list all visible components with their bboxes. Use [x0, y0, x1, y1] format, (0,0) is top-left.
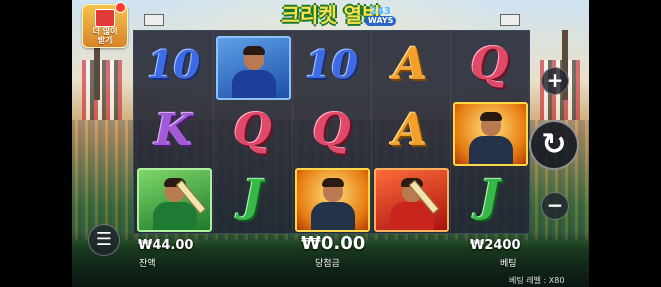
bet-label: 베팅	[500, 259, 517, 269]
flag-banner-left	[82, 60, 122, 120]
reel-symbol: 10	[295, 35, 368, 95]
symbol-A-glyph: A	[393, 39, 428, 90]
logo-ways-badge: WAYS	[365, 16, 397, 26]
symbol-Q-glyph: Q	[233, 105, 272, 156]
symbol-K-glyph: K	[154, 105, 193, 156]
reel-symbol: Q	[216, 101, 289, 161]
symbol-J-glyph: J	[242, 171, 263, 222]
more-rewards-label: 더 많이 받기	[83, 27, 127, 45]
bet-value: ₩2400	[470, 238, 521, 253]
reel-symbol: A	[374, 101, 447, 161]
gift-icon	[95, 9, 115, 27]
player-body	[311, 202, 355, 230]
player-body	[469, 136, 513, 164]
floodlight-icon	[500, 14, 520, 26]
symbol-A-glyph: A	[393, 105, 428, 156]
batsman-green-icon	[137, 168, 212, 232]
reel-symbol: 10	[137, 35, 210, 95]
win-value: ₩0.00	[301, 233, 366, 254]
more-rewards-label-line1: 더 많이	[92, 27, 118, 36]
player-hair	[243, 46, 265, 55]
reel-symbol: Q	[453, 35, 526, 95]
more-rewards-label-line2: 받기	[97, 36, 113, 45]
symbol-Q-glyph: Q	[312, 105, 351, 156]
symbol-Q-glyph: Q	[470, 39, 509, 90]
spin-button[interactable]: ↻	[529, 120, 579, 170]
reel-symbol: J	[453, 167, 526, 227]
symbol-10-glyph: 10	[305, 42, 358, 87]
reel-column-3: 10 Q	[292, 31, 371, 233]
floodlight-icon	[144, 14, 164, 26]
balance-value: ₩44.00	[138, 238, 194, 253]
batsman-red-icon	[374, 168, 449, 232]
captain-gold-icon	[453, 102, 528, 166]
balance-label: 잔액	[139, 259, 156, 269]
more-rewards-button[interactable]: 더 많이 받기	[82, 2, 128, 48]
reel-symbol: J	[216, 167, 289, 227]
captain-gold-icon	[295, 168, 370, 232]
menu-button[interactable]: ☰	[88, 224, 120, 256]
player-hair	[322, 178, 344, 187]
reel-symbol: K	[137, 101, 210, 161]
bowler-blue-icon	[216, 36, 291, 100]
reel-column-1: 10 K	[134, 31, 213, 233]
player-hair	[480, 112, 502, 121]
bet-level-text: 베팅 레벨 : X80	[509, 276, 565, 285]
decrease-bet-button[interactable]: −	[541, 192, 569, 220]
reel-grid: 10 K Q J 10 Q A A Q J	[133, 30, 530, 234]
player-body	[153, 202, 197, 230]
symbol-J-glyph: J	[479, 171, 500, 222]
notification-dot	[115, 2, 126, 13]
reel-column-4: AA	[371, 31, 450, 233]
player-body	[232, 70, 276, 98]
symbol-10-glyph: 10	[147, 42, 200, 87]
reel-column-5: QJ	[450, 31, 529, 233]
win-label: 당첨금	[315, 259, 340, 269]
increase-bet-button[interactable]: +	[541, 67, 569, 95]
reel-symbol: Q	[295, 101, 368, 161]
reel-column-2: QJ	[213, 31, 292, 233]
reel-symbol: A	[374, 35, 447, 95]
